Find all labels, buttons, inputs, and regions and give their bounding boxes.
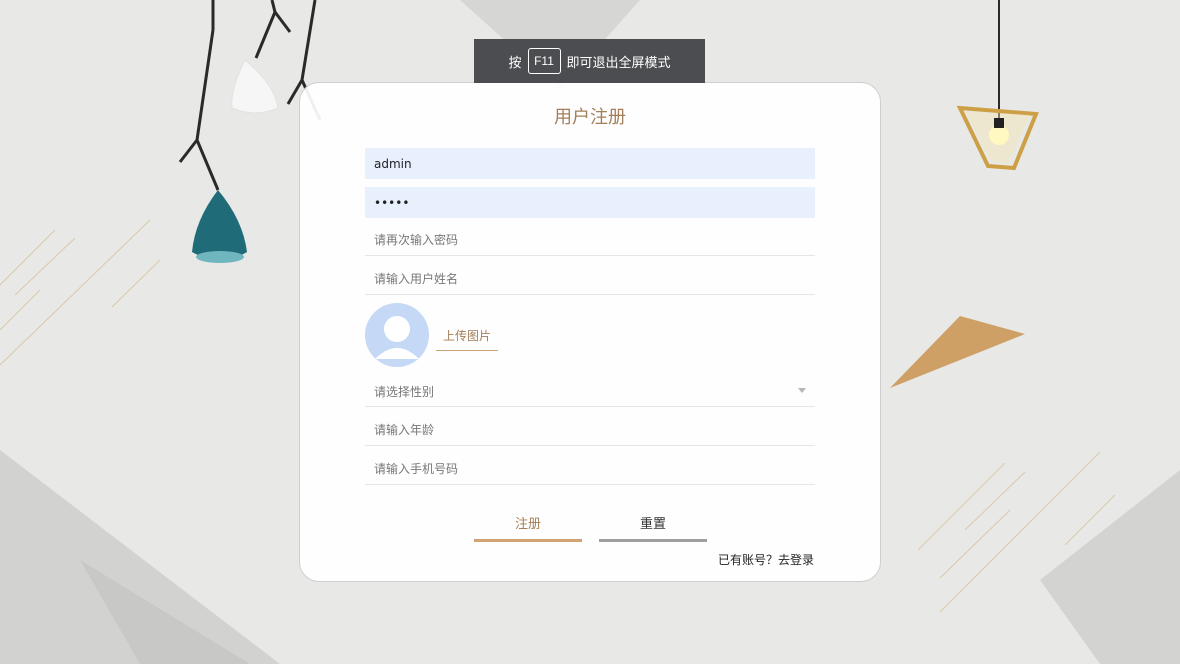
gender-select-placeholder: 请选择性别 [374,385,435,399]
password-input[interactable] [365,187,815,218]
phone-input[interactable] [365,454,815,485]
go-to-login-link[interactable]: 已有账号？去登录 [718,551,814,568]
register-button[interactable]: 注册 [474,514,582,542]
confirm-password-input[interactable] [365,225,815,256]
f11-key-badge: F11 [527,48,561,74]
fullscreen-hint-suffix: 即可退出全屏模式 [566,55,671,71]
name-input[interactable] [365,264,815,295]
page-title: 用户注册 [554,107,626,128]
gender-select[interactable]: 请选择性别 [365,375,815,407]
age-input[interactable] [365,415,815,446]
fullscreen-hint-prefix: 按 [508,55,522,71]
fullscreen-hint-banner: 按 F11 即可退出全屏模式 [474,39,705,83]
avatar-placeholder-icon [365,303,429,367]
reset-button[interactable]: 重置 [599,514,707,542]
chevron-down-icon [798,388,806,393]
upload-image-button[interactable]: 上传图片 [436,326,498,351]
register-card: 用户注册 上传图片 请选择性别 注册 重置 已有账号？去登录 [299,82,881,582]
username-input[interactable] [365,148,815,179]
